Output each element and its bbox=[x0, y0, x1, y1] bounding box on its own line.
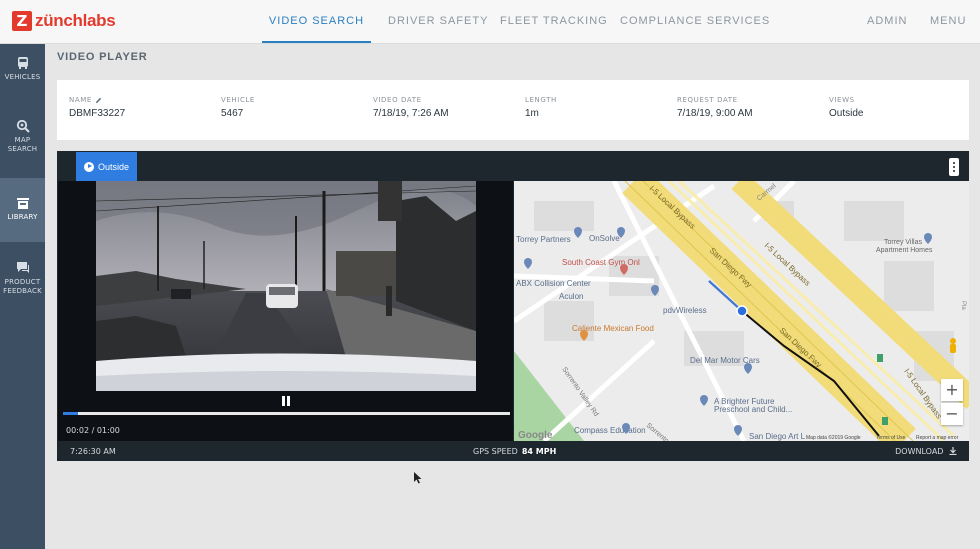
map-canvas: I-5 Local Bypass San Diego Fwy I-5 Local… bbox=[514, 181, 969, 441]
info-length-value: 1m bbox=[525, 108, 539, 119]
info-vehicle: VEHICLE 5467 bbox=[221, 96, 255, 119]
nav-fleet-tracking[interactable]: FLEET TRACKING bbox=[500, 0, 608, 43]
map-label-edge: Pla bbox=[960, 301, 966, 310]
download-button[interactable]: DOWNLOAD bbox=[895, 447, 957, 456]
info-name: NAME DBMF33227 bbox=[69, 96, 125, 119]
sidebar-item-map-search[interactable]: MAP SEARCH bbox=[0, 116, 45, 166]
tab-outside-label: Outside bbox=[98, 161, 130, 172]
bus-icon bbox=[17, 57, 28, 69]
logo-mark: Z bbox=[12, 11, 32, 31]
map-label-compass: Compass Education bbox=[574, 426, 646, 435]
sidebar: VEHICLES MAP SEARCH LIBRARY PRODUCT FEED… bbox=[0, 44, 45, 549]
video-player-panel: Outside 00:02 / 01:00 I-5 Local Bypass S… bbox=[57, 151, 969, 461]
edit-pencil-icon[interactable] bbox=[95, 97, 102, 104]
top-nav: Z zünchlabs VIDEO SEARCH DRIVER SAFETY F… bbox=[0, 0, 980, 44]
map-label-torrey-partners: Torrey Partners bbox=[516, 235, 571, 244]
logo-text: zünchlabs bbox=[35, 11, 116, 30]
nav-driver-safety[interactable]: DRIVER SAFETY bbox=[388, 0, 488, 43]
info-views: VIEWS Outside bbox=[829, 96, 863, 119]
map-label-apartment-homes: Apartment Homes bbox=[876, 247, 933, 254]
brand-logo[interactable]: Z zünchlabs bbox=[12, 10, 116, 32]
sidebar-item-product-feedback[interactable]: PRODUCT FEEDBACK bbox=[0, 254, 45, 314]
vehicle-position-marker bbox=[736, 305, 748, 317]
library-icon bbox=[16, 198, 29, 209]
player-footer: 7:26:30 AM GPS SPEED 84 MPH DOWNLOAD bbox=[57, 441, 969, 461]
tab-outside-view[interactable]: Outside bbox=[76, 152, 137, 181]
info-video-date-value: 7/18/19, 7:26 AM bbox=[373, 108, 449, 119]
mouse-cursor-icon bbox=[414, 472, 422, 484]
sidebar-label-product: PRODUCT bbox=[4, 278, 41, 286]
sidebar-label-vehicles: VEHICLES bbox=[4, 73, 41, 81]
info-length-label: LENGTH bbox=[525, 96, 557, 104]
map-label-onsolve: OnSolve bbox=[589, 234, 620, 243]
info-request-date-value: 7/18/19, 9:00 AM bbox=[677, 108, 753, 119]
more-options-icon[interactable] bbox=[949, 158, 959, 176]
video-time: 00:02 / 01:00 bbox=[66, 426, 120, 435]
map-label-abx: ABX Collision Center bbox=[516, 279, 591, 288]
info-vehicle-label: VEHICLE bbox=[221, 96, 255, 104]
nav-admin[interactable]: ADMIN bbox=[867, 0, 907, 43]
info-request-date: REQUEST DATE 7/18/19, 9:00 AM bbox=[677, 96, 753, 119]
info-views-label: VIEWS bbox=[829, 96, 855, 104]
map-zoom-out-button[interactable]: − bbox=[941, 403, 963, 425]
sidebar-label-search: SEARCH bbox=[7, 145, 38, 153]
video-progress-fill bbox=[63, 412, 78, 415]
sidebar-item-vehicles[interactable]: VEHICLES bbox=[0, 52, 45, 102]
gps-speed: GPS SPEED 84 MPH bbox=[473, 447, 556, 456]
route-map[interactable]: I-5 Local Bypass San Diego Fwy I-5 Local… bbox=[514, 181, 969, 441]
street-view-pegman-icon bbox=[950, 338, 956, 353]
download-icon bbox=[949, 447, 957, 456]
play-circle-icon bbox=[84, 161, 94, 172]
dashcam-video[interactable]: 00:02 / 01:00 bbox=[58, 181, 513, 441]
map-label-aculon: Aculon bbox=[559, 292, 583, 301]
info-length: LENGTH 1m bbox=[525, 96, 557, 119]
info-name-label: NAME bbox=[69, 96, 92, 104]
nav-compliance-services[interactable]: COMPLIANCE SERVICES bbox=[620, 0, 770, 43]
gps-speed-value: 84 MPH bbox=[521, 447, 557, 456]
download-label: DOWNLOAD bbox=[895, 447, 944, 456]
video-info-card: NAME DBMF33227 VEHICLE 5467 VIDEO DATE 7… bbox=[57, 80, 969, 140]
map-label-preschool: Preschool and Child... bbox=[714, 405, 792, 414]
info-vehicle-value: 5467 bbox=[221, 108, 244, 119]
map-label-pdv: pdvWireless bbox=[663, 306, 707, 315]
page-title: VIDEO PLAYER bbox=[57, 51, 148, 63]
footer-timestamp: 7:26:30 AM bbox=[70, 447, 116, 456]
map-search-icon bbox=[16, 119, 30, 133]
nav-video-search[interactable]: VIDEO SEARCH bbox=[262, 0, 371, 43]
google-logo: Google bbox=[518, 430, 553, 441]
info-video-date: VIDEO DATE 7/18/19, 7:26 AM bbox=[373, 96, 449, 119]
info-views-value: Outside bbox=[829, 108, 864, 119]
sidebar-label-library: LIBRARY bbox=[7, 213, 38, 221]
sidebar-label-feedback: FEEDBACK bbox=[3, 287, 42, 295]
sidebar-label-map: MAP bbox=[14, 136, 31, 144]
map-zoom-in-button[interactable]: + bbox=[941, 379, 963, 401]
info-name-value: DBMF33227 bbox=[69, 108, 126, 119]
info-video-date-label: VIDEO DATE bbox=[373, 96, 422, 104]
sidebar-item-library[interactable]: LIBRARY bbox=[0, 178, 45, 242]
map-label-san-diego-art: San Diego Art L bbox=[749, 432, 806, 441]
nav-menu[interactable]: MENU bbox=[930, 0, 966, 43]
chat-icon bbox=[16, 262, 29, 273]
video-frame-image bbox=[96, 181, 476, 391]
map-label-south-coast-gym: South Coast Gym Onl bbox=[562, 258, 640, 267]
pause-button[interactable] bbox=[280, 395, 292, 407]
map-data-attribution: Map data ©2019 Google bbox=[806, 434, 861, 441]
info-request-date-label: REQUEST DATE bbox=[677, 96, 738, 104]
gps-speed-label: GPS SPEED bbox=[473, 447, 518, 456]
map-label-torrey-villas: Torrey Villas bbox=[884, 239, 922, 246]
video-progress-bar[interactable] bbox=[63, 412, 510, 415]
